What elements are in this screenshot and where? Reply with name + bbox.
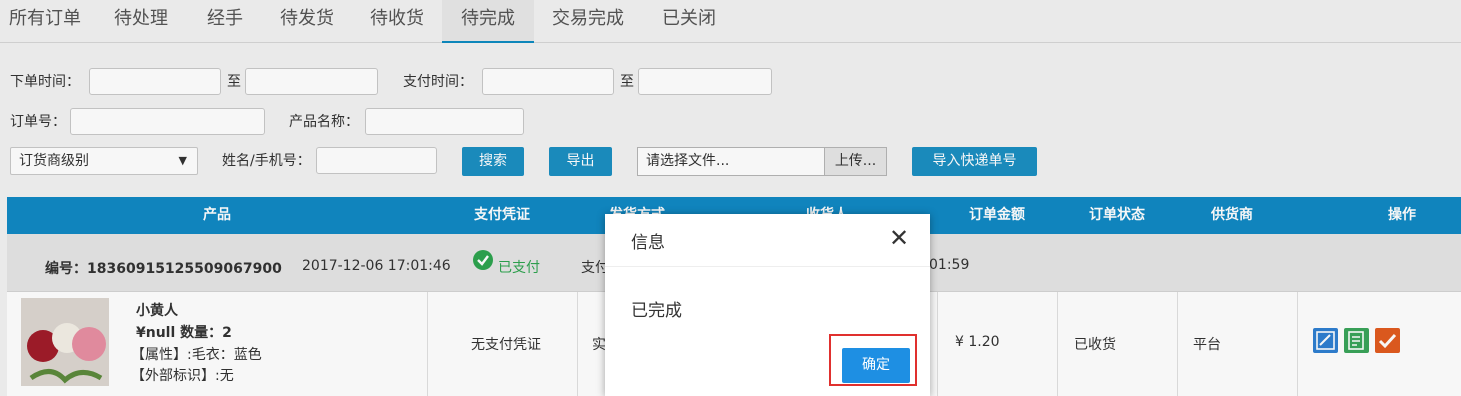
- highlight-frame: 确定: [829, 334, 917, 386]
- ok-button[interactable]: 确定: [842, 348, 910, 383]
- info-dialog: 信息 ✕ 已完成 确定: [605, 214, 930, 396]
- dialog-header: 信息 ✕: [605, 214, 930, 267]
- dialog-message: 已完成: [631, 301, 682, 321]
- dialog-title: 信息: [631, 233, 665, 253]
- close-icon[interactable]: ✕: [887, 226, 911, 250]
